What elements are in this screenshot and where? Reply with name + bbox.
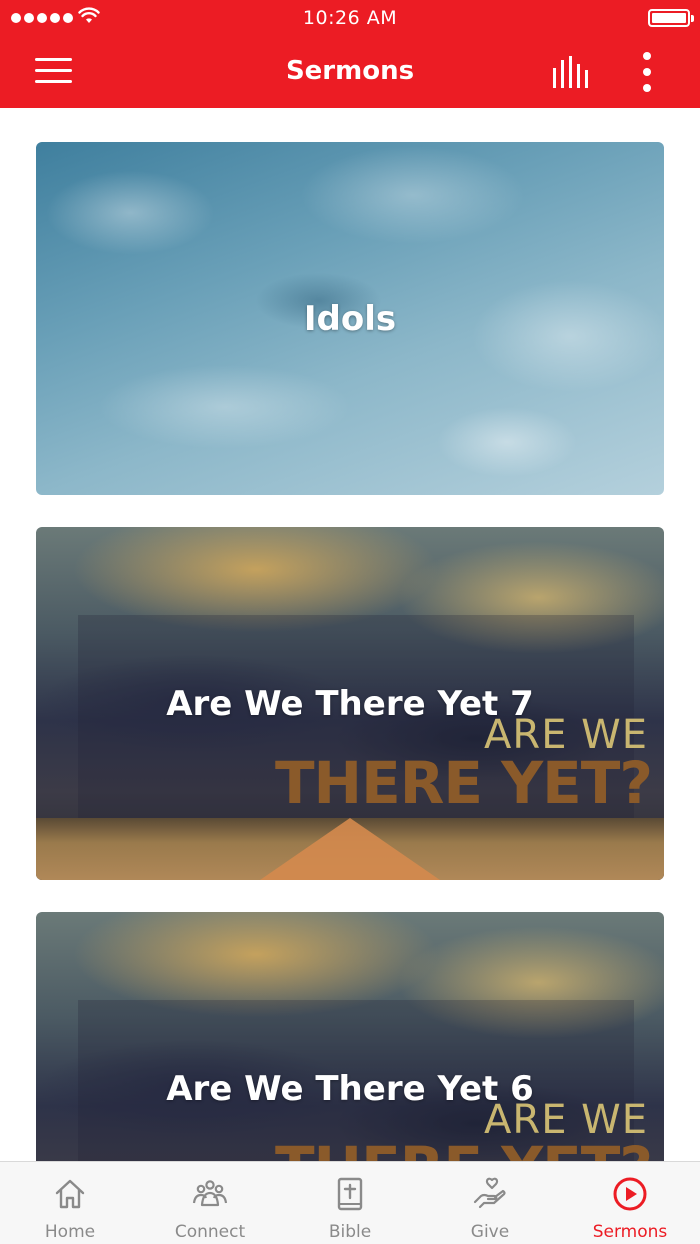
tab-bible[interactable]: Bible — [280, 1162, 420, 1244]
battery-icon — [648, 9, 694, 27]
tab-sermons[interactable]: Sermons — [560, 1162, 700, 1244]
sermon-title: Idols — [303, 298, 397, 339]
give-icon — [473, 1177, 506, 1209]
sermon-card[interactable]: Idols — [36, 142, 664, 495]
tab-label: Home — [44, 1222, 96, 1242]
sermon-title: Are We There Yet 7 — [166, 683, 534, 724]
more-options-button[interactable] — [636, 52, 658, 92]
artwork-text: THERE YET? — [274, 749, 653, 817]
sermon-list[interactable]: Idols ARE WE THERE YET? Are We There Yet… — [0, 108, 700, 1161]
tab-label: Sermons — [592, 1222, 668, 1242]
artwork-text: THERE YET? — [275, 1134, 653, 1161]
tab-label: Bible — [328, 1222, 372, 1242]
tab-home[interactable]: Home — [0, 1162, 140, 1244]
status-bar: 10:26 AM — [0, 0, 700, 36]
tab-bar: Home Connect Bible Give Sermons — [0, 1161, 700, 1244]
status-time: 10:26 AM — [302, 7, 398, 29]
play-circle-icon — [613, 1177, 647, 1211]
home-icon — [55, 1179, 85, 1209]
tab-give[interactable]: Give — [420, 1162, 560, 1244]
audio-bars-icon[interactable] — [552, 56, 592, 88]
sermon-card[interactable]: ARE WE THERE YET? Are We There Yet 7 — [36, 527, 664, 880]
sermons-screen: 10:26 AM Sermons Idols ARE WE THERE YET?… — [0, 0, 700, 1244]
connect-icon — [192, 1180, 228, 1207]
tab-label: Give — [470, 1222, 510, 1242]
nav-bar: Sermons — [0, 36, 700, 108]
sermon-title: Are We There Yet 6 — [166, 1068, 534, 1109]
sermon-card[interactable]: ARE WE THERE YET? Are We There Yet 6 — [36, 912, 664, 1161]
app-header: 10:26 AM Sermons — [0, 0, 700, 108]
bible-icon — [337, 1177, 363, 1211]
tab-label: Connect — [174, 1222, 246, 1242]
page-title: Sermons — [285, 56, 415, 86]
tab-connect[interactable]: Connect — [140, 1162, 280, 1244]
